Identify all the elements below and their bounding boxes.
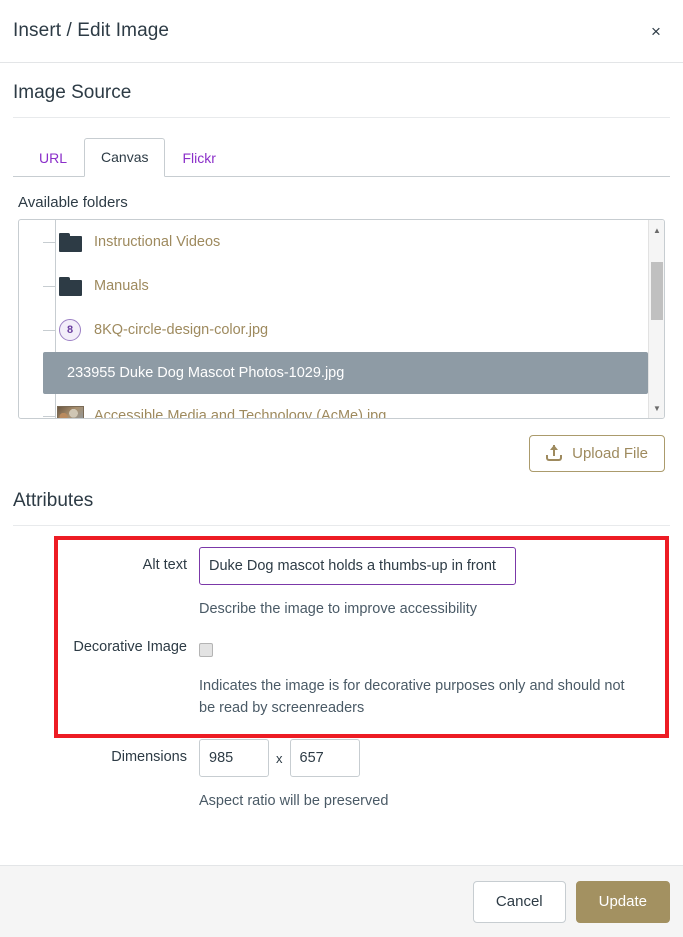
decorative-image-help: Indicates the image is for decorative pu… [199,678,625,716]
update-button[interactable]: Update [575,880,670,923]
dialog-body: Image Source URL Canvas Flickr Available… [0,63,683,865]
tab-flickr[interactable]: Flickr [165,139,232,177]
upload-file-button[interactable]: Upload File [529,435,665,472]
list-item-label: 233955 Duke Dog Mascot Photos-1029.jpg [67,365,345,381]
dimensions-separator: x [276,750,283,766]
available-folders-label: Available folders [18,194,128,211]
tab-url[interactable]: URL [22,139,84,177]
alt-text-help: Describe the image to improve accessibil… [199,601,478,617]
list-item[interactable]: Accessible Media and Technology (AcMe).j… [19,394,648,418]
tab-canvas[interactable]: Canvas [84,138,166,177]
list-item[interactable]: Manuals [19,264,648,308]
page-title: Insert / Edit Image [13,20,170,41]
tree-branch-line [43,329,55,331]
folder-icon [55,273,85,299]
list-item-label: Manuals [94,278,149,294]
list-item-selected[interactable]: 233955 Duke Dog Mascot Photos-1029.jpg [43,352,648,394]
image-source-tabs: URL Canvas Flickr [13,138,670,177]
dialog-header: Insert / Edit Image × [0,0,683,63]
dimensions-label: Dimensions [111,749,187,765]
dimensions-help: Aspect ratio will be preserved [199,793,389,809]
decorative-image-label: Decorative Image [73,639,187,655]
insert-edit-image-dialog: Insert / Edit Image × Image Source URL C… [0,0,683,937]
scroll-up-arrow-icon[interactable]: ▲ [649,222,664,238]
dimensions-row: Dimensions x Aspect ratio will be preser… [13,739,670,812]
dialog-footer: Cancel Update [0,865,683,937]
close-icon[interactable]: × [641,16,671,46]
alt-text-row: Alt text Describe the image to improve a… [13,547,670,620]
attributes-area: Alt text Describe the image to improve a… [13,526,670,812]
tree-branch-line [43,241,55,243]
folder-icon [55,229,85,255]
list-item[interactable]: Instructional Videos [19,220,648,264]
photo-thumbnail-icon [55,403,85,418]
list-item[interactable]: 8 8KQ-circle-design-color.jpg [19,308,648,352]
circle-logo-thumbnail-icon: 8 [55,317,85,343]
dimensions-height-input[interactable] [289,739,360,777]
list-item-label: Accessible Media and Technology (AcMe).j… [94,408,387,418]
list-item-label: 8KQ-circle-design-color.jpg [94,322,269,338]
attributes-heading: Attributes [13,490,670,526]
scroll-down-arrow-icon[interactable]: ▼ [649,400,664,416]
image-source-heading: Image Source [13,63,670,118]
scrollbar-thumb[interactable] [651,262,663,320]
dimensions-width-input[interactable] [199,739,269,777]
upload-file-label: Upload File [572,445,648,462]
folder-tree: Instructional Videos Manuals 8 8KQ-circl… [18,219,665,419]
upload-arrow-icon [546,445,563,462]
decorative-image-checkbox[interactable] [199,643,213,657]
upload-row: Upload File [13,435,665,472]
folder-tree-scroll-area: Instructional Videos Manuals 8 8KQ-circl… [19,220,648,418]
decorative-image-row: Decorative Image Indicates the image is … [13,632,670,719]
alt-text-label: Alt text [142,557,187,573]
tree-branch-line [43,285,55,287]
alt-text-input[interactable] [199,547,516,585]
folder-tree-scrollbar[interactable]: ▲ ▼ [648,220,664,418]
cancel-button[interactable]: Cancel [472,880,566,923]
tree-branch-line [43,415,55,417]
list-item-label: Instructional Videos [94,234,221,250]
